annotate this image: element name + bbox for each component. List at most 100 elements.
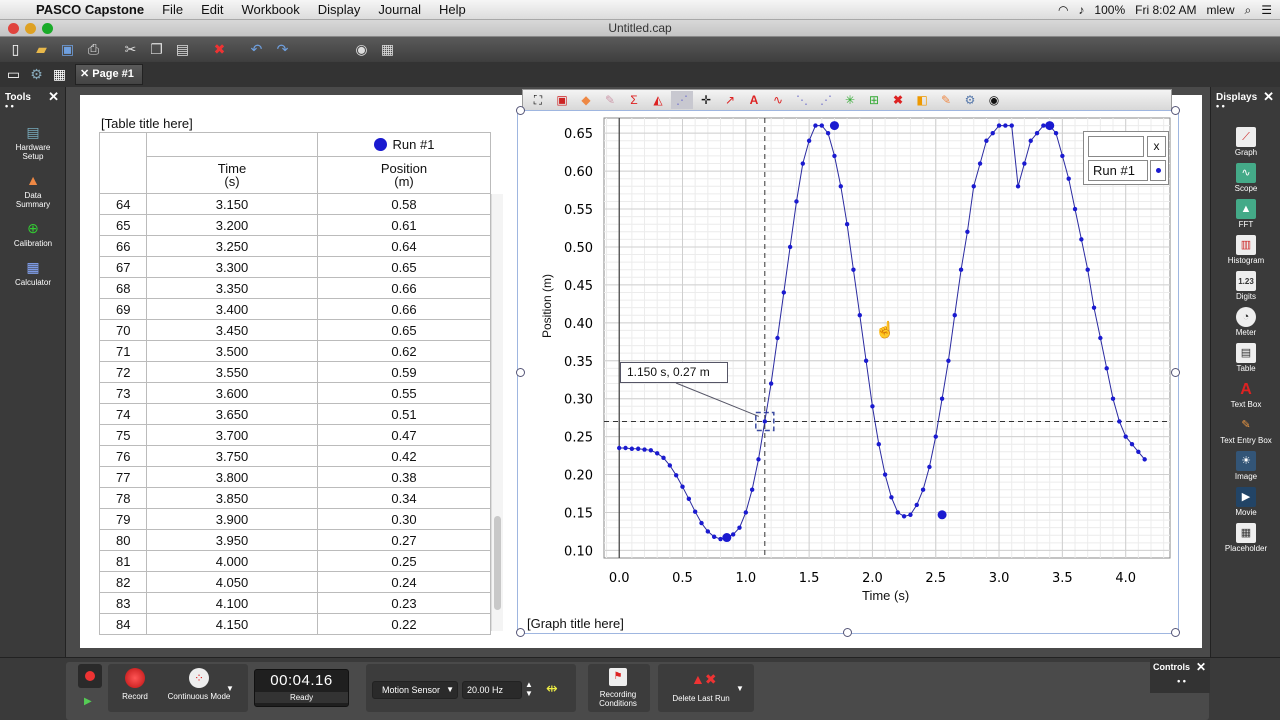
record-icon	[125, 668, 145, 688]
close-icon[interactable]: ✕	[1196, 660, 1206, 674]
data-point	[718, 536, 723, 542]
data-point	[1117, 419, 1122, 424]
legend-run-label: Run #1	[1088, 160, 1148, 181]
mode-label: Continuous Mode	[167, 692, 231, 701]
y-tick-label: 0.60	[564, 165, 593, 180]
x-axis-label[interactable]: Time (s)	[862, 588, 909, 603]
data-point	[1009, 123, 1014, 128]
data-point	[787, 244, 793, 250]
data-point	[908, 512, 913, 517]
legend-run-marker	[1150, 160, 1166, 181]
y-axis-label[interactable]: Position (m)	[540, 274, 554, 338]
legend-search-field[interactable]	[1088, 136, 1144, 157]
data-point	[996, 123, 1002, 128]
data-point	[806, 138, 812, 143]
data-point	[737, 525, 742, 530]
data-point	[863, 358, 869, 363]
data-point	[1015, 184, 1021, 189]
mode-button[interactable]: ⁘ Continuous Mode	[162, 668, 236, 701]
y-tick-label: 0.65	[564, 127, 593, 142]
y-tick-label: 0.45	[564, 279, 593, 294]
position-time-chart[interactable]: 0.0 0.5 1.0 1.5 2.0 2.5 3.0 3.5 4.0 0.10 0.15 0.20 0…	[0, 0, 1280, 720]
data-point	[1034, 130, 1040, 136]
data-point	[1041, 123, 1046, 128]
data-point	[686, 496, 692, 502]
record-toggle-icon[interactable]	[78, 664, 102, 688]
play-icon[interactable]: ▶	[84, 696, 92, 707]
data-point	[635, 446, 641, 451]
continuous-mode-icon: ⁘	[189, 668, 209, 688]
data-point	[1110, 396, 1116, 401]
data-point	[775, 335, 780, 341]
legend-close-button[interactable]: x	[1147, 136, 1166, 157]
data-point	[844, 222, 850, 227]
delete-last-run-button[interactable]: ▲✖ Delete Last Run	[666, 670, 736, 703]
delete-label: Delete Last Run	[672, 694, 730, 703]
panel-grip-icon[interactable]: • •	[1153, 676, 1210, 686]
sample-rate-field[interactable]: 20.00 Hz	[462, 681, 522, 699]
data-point	[838, 184, 843, 189]
data-point	[933, 434, 938, 439]
mode-dropdown-icon[interactable]: ▼	[226, 684, 234, 693]
conditions-icon: ⚑	[609, 668, 627, 686]
data-point	[1085, 267, 1090, 272]
y-tick-label: 0.55	[564, 203, 593, 218]
data-point	[648, 448, 654, 453]
data-point	[768, 381, 774, 386]
data-point	[623, 445, 628, 451]
data-point	[990, 130, 995, 136]
recording-conditions-button[interactable]: ⚑ Recording Conditions	[592, 668, 644, 708]
x-tick-label: 2.0	[862, 571, 883, 586]
data-point	[743, 510, 749, 515]
data-point	[1079, 237, 1084, 242]
data-point	[680, 484, 685, 489]
graph-legend[interactable]: x Run #1	[1083, 131, 1169, 185]
data-point	[616, 445, 622, 451]
extremum-marker	[937, 510, 947, 520]
data-point	[920, 487, 926, 492]
data-point	[1142, 457, 1147, 462]
hand-cursor-icon: ☝	[875, 322, 895, 339]
data-point	[673, 473, 679, 478]
data-point	[958, 267, 964, 272]
recording-status: Ready	[255, 692, 348, 703]
data-point	[857, 313, 862, 318]
data-point	[749, 487, 755, 492]
x-tick-label: 0.0	[609, 571, 630, 586]
data-point	[781, 290, 787, 295]
data-point	[939, 396, 945, 401]
graph-title[interactable]: [Graph title here]	[527, 616, 624, 631]
data-point	[1123, 434, 1128, 439]
x-tick-label: 3.0	[989, 571, 1010, 586]
data-point	[654, 451, 660, 456]
x-tick-label: 4.0	[1115, 571, 1136, 586]
data-point	[977, 161, 983, 166]
controls-panel-tab[interactable]: Controls ✕ • •	[1150, 659, 1210, 693]
x-tick-label: 1.0	[735, 571, 756, 586]
conditions-label: Conditions	[599, 699, 637, 708]
data-point	[1060, 153, 1065, 159]
y-tick-label: 0.30	[564, 393, 593, 408]
data-point	[730, 532, 736, 537]
y-tick-label: 0.25	[564, 431, 593, 446]
data-point	[1028, 138, 1033, 143]
sensor-select[interactable]: Motion Sensor ▼	[372, 681, 458, 699]
record-button[interactable]: Record	[118, 668, 152, 701]
data-point	[914, 502, 919, 508]
x-tick-label: 3.5	[1052, 571, 1073, 586]
chevron-down-icon: ▼	[446, 685, 454, 694]
y-tick-label: 0.35	[564, 355, 593, 370]
y-tick-label: 0.20	[564, 469, 593, 484]
sensor-label: Motion Sensor	[382, 685, 441, 695]
rate-stepper-icon[interactable]: ▲ ▼	[525, 680, 533, 698]
data-point	[952, 313, 957, 318]
data-point	[1129, 442, 1135, 447]
coordinates-callout[interactable]: 1.150 s, 0.27 m	[620, 362, 728, 383]
data-point	[699, 520, 704, 526]
data-point	[1072, 206, 1078, 212]
legend-dot-icon	[1156, 168, 1161, 173]
extremum-marker	[722, 533, 732, 543]
sampling-options-icon[interactable]: ⇹	[546, 680, 558, 697]
delete-dropdown-icon[interactable]: ▼	[736, 684, 744, 693]
controls-bar: ▶ Record ⁘ Continuous Mode ▼ 00:04.16 Re…	[0, 657, 1280, 720]
